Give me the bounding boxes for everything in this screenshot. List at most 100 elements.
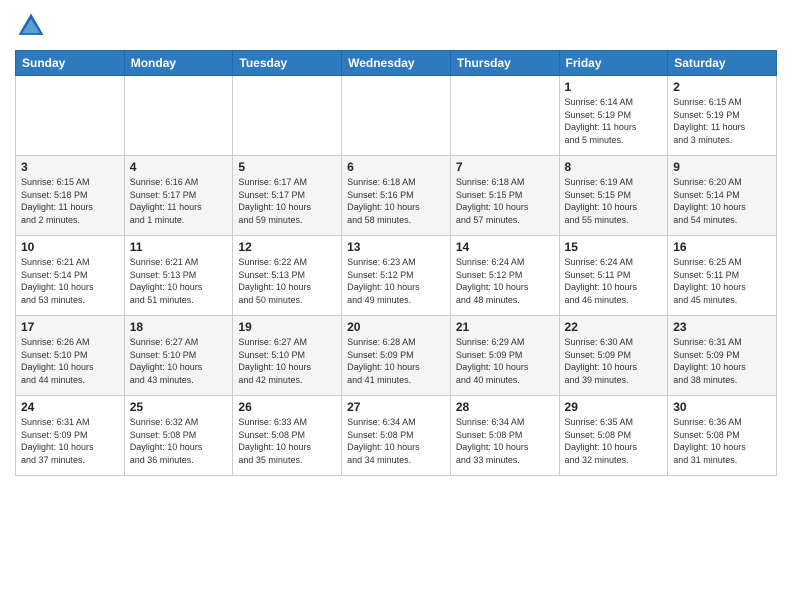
calendar-day-cell	[233, 76, 342, 156]
day-info: Sunrise: 6:23 AM Sunset: 5:12 PM Dayligh…	[347, 256, 445, 306]
day-info: Sunrise: 6:27 AM Sunset: 5:10 PM Dayligh…	[238, 336, 336, 386]
weekday-header-saturday: Saturday	[668, 51, 777, 76]
calendar-week-1: 1Sunrise: 6:14 AM Sunset: 5:19 PM Daylig…	[16, 76, 777, 156]
day-number: 22	[565, 320, 663, 334]
day-number: 9	[673, 160, 771, 174]
day-number: 8	[565, 160, 663, 174]
day-number: 29	[565, 400, 663, 414]
day-info: Sunrise: 6:36 AM Sunset: 5:08 PM Dayligh…	[673, 416, 771, 466]
day-number: 16	[673, 240, 771, 254]
day-info: Sunrise: 6:35 AM Sunset: 5:08 PM Dayligh…	[565, 416, 663, 466]
header	[15, 10, 777, 42]
weekday-header-tuesday: Tuesday	[233, 51, 342, 76]
day-info: Sunrise: 6:25 AM Sunset: 5:11 PM Dayligh…	[673, 256, 771, 306]
day-info: Sunrise: 6:29 AM Sunset: 5:09 PM Dayligh…	[456, 336, 554, 386]
weekday-header-sunday: Sunday	[16, 51, 125, 76]
calendar-week-4: 17 Sunrise: 6:26 AM Sunset: 5:10 PM Dayli…	[16, 316, 777, 396]
weekday-header-wednesday: Wednesday	[342, 51, 451, 76]
day-number: 1	[565, 80, 663, 94]
calendar-day-cell: 20 Sunrise: 6:28 AM Sunset: 5:09 PM Dayli…	[342, 316, 451, 396]
day-number: 6	[347, 160, 445, 174]
day-info: Sunrise: 6:18 AM Sunset: 5:16 PM Dayligh…	[347, 176, 445, 226]
calendar-day-cell: 24 Sunrise: 6:31 AM Sunset: 5:09 PM Dayli…	[16, 396, 125, 476]
day-info: Sunrise: 6:18 AM Sunset: 5:15 PM Dayligh…	[456, 176, 554, 226]
calendar-week-2: 3 Sunrise: 6:15 AM Sunset: 5:18 PM Daylig…	[16, 156, 777, 236]
calendar-day-cell: 23 Sunrise: 6:31 AM Sunset: 5:09 PM Dayli…	[668, 316, 777, 396]
day-info: Sunrise: 6:32 AM Sunset: 5:08 PM Dayligh…	[130, 416, 228, 466]
calendar-body: 1Sunrise: 6:14 AM Sunset: 5:19 PM Daylig…	[16, 76, 777, 476]
calendar-day-cell: 13 Sunrise: 6:23 AM Sunset: 5:12 PM Dayli…	[342, 236, 451, 316]
day-info: Sunrise: 6:31 AM Sunset: 5:09 PM Dayligh…	[21, 416, 119, 466]
day-info: Sunrise: 6:15 AM Sunset: 5:18 PM Dayligh…	[21, 176, 119, 226]
day-info: Sunrise: 6:16 AM Sunset: 5:17 PM Dayligh…	[130, 176, 228, 226]
day-number: 30	[673, 400, 771, 414]
day-info: Sunrise: 6:31 AM Sunset: 5:09 PM Dayligh…	[673, 336, 771, 386]
day-info: Sunrise: 6:24 AM Sunset: 5:11 PM Dayligh…	[565, 256, 663, 306]
day-number: 10	[21, 240, 119, 254]
calendar-day-cell: 16 Sunrise: 6:25 AM Sunset: 5:11 PM Dayli…	[668, 236, 777, 316]
calendar-day-cell: 15 Sunrise: 6:24 AM Sunset: 5:11 PM Dayli…	[559, 236, 668, 316]
calendar-day-cell: 8 Sunrise: 6:19 AM Sunset: 5:15 PM Daylig…	[559, 156, 668, 236]
day-number: 19	[238, 320, 336, 334]
day-number: 2	[673, 80, 771, 94]
day-info: Sunrise: 6:33 AM Sunset: 5:08 PM Dayligh…	[238, 416, 336, 466]
calendar-header: SundayMondayTuesdayWednesdayThursdayFrid…	[16, 51, 777, 76]
calendar-day-cell: 6 Sunrise: 6:18 AM Sunset: 5:16 PM Daylig…	[342, 156, 451, 236]
calendar-day-cell: 30 Sunrise: 6:36 AM Sunset: 5:08 PM Dayli…	[668, 396, 777, 476]
day-number: 26	[238, 400, 336, 414]
calendar-day-cell: 12Sunrise: 6:22 AM Sunset: 5:13 PM Dayli…	[233, 236, 342, 316]
day-info: Sunrise: 6:26 AM Sunset: 5:10 PM Dayligh…	[21, 336, 119, 386]
page: SundayMondayTuesdayWednesdayThursdayFrid…	[0, 0, 792, 612]
calendar-day-cell: 26 Sunrise: 6:33 AM Sunset: 5:08 PM Dayli…	[233, 396, 342, 476]
day-number: 17	[21, 320, 119, 334]
day-number: 23	[673, 320, 771, 334]
calendar-day-cell: 18Sunrise: 6:27 AM Sunset: 5:10 PM Dayli…	[124, 316, 233, 396]
calendar-day-cell: 4 Sunrise: 6:16 AM Sunset: 5:17 PM Daylig…	[124, 156, 233, 236]
day-number: 24	[21, 400, 119, 414]
calendar-week-5: 24 Sunrise: 6:31 AM Sunset: 5:09 PM Dayli…	[16, 396, 777, 476]
calendar-day-cell: 25Sunrise: 6:32 AM Sunset: 5:08 PM Dayli…	[124, 396, 233, 476]
calendar-day-cell: 22 Sunrise: 6:30 AM Sunset: 5:09 PM Dayli…	[559, 316, 668, 396]
calendar-day-cell: 27Sunrise: 6:34 AM Sunset: 5:08 PM Dayli…	[342, 396, 451, 476]
calendar-day-cell: 3 Sunrise: 6:15 AM Sunset: 5:18 PM Daylig…	[16, 156, 125, 236]
weekday-header-friday: Friday	[559, 51, 668, 76]
day-number: 3	[21, 160, 119, 174]
weekday-header-thursday: Thursday	[450, 51, 559, 76]
calendar-day-cell: 1Sunrise: 6:14 AM Sunset: 5:19 PM Daylig…	[559, 76, 668, 156]
day-number: 12	[238, 240, 336, 254]
logo	[15, 10, 51, 42]
day-info: Sunrise: 6:30 AM Sunset: 5:09 PM Dayligh…	[565, 336, 663, 386]
calendar-day-cell: 9 Sunrise: 6:20 AM Sunset: 5:14 PM Daylig…	[668, 156, 777, 236]
day-info: Sunrise: 6:19 AM Sunset: 5:15 PM Dayligh…	[565, 176, 663, 226]
calendar: SundayMondayTuesdayWednesdayThursdayFrid…	[15, 50, 777, 476]
calendar-day-cell: 5Sunrise: 6:17 AM Sunset: 5:17 PM Daylig…	[233, 156, 342, 236]
day-number: 15	[565, 240, 663, 254]
day-info: Sunrise: 6:34 AM Sunset: 5:08 PM Dayligh…	[456, 416, 554, 466]
day-number: 18	[130, 320, 228, 334]
day-number: 11	[130, 240, 228, 254]
calendar-day-cell: 29 Sunrise: 6:35 AM Sunset: 5:08 PM Dayli…	[559, 396, 668, 476]
calendar-day-cell: 17 Sunrise: 6:26 AM Sunset: 5:10 PM Dayli…	[16, 316, 125, 396]
calendar-day-cell	[450, 76, 559, 156]
day-info: Sunrise: 6:20 AM Sunset: 5:14 PM Dayligh…	[673, 176, 771, 226]
calendar-week-3: 10 Sunrise: 6:21 AM Sunset: 5:14 PM Dayli…	[16, 236, 777, 316]
day-info: Sunrise: 6:15 AM Sunset: 5:19 PM Dayligh…	[673, 96, 771, 146]
calendar-day-cell	[16, 76, 125, 156]
calendar-day-cell: 28 Sunrise: 6:34 AM Sunset: 5:08 PM Dayli…	[450, 396, 559, 476]
day-number: 14	[456, 240, 554, 254]
calendar-day-cell: 2 Sunrise: 6:15 AM Sunset: 5:19 PM Daylig…	[668, 76, 777, 156]
day-number: 27	[347, 400, 445, 414]
day-number: 13	[347, 240, 445, 254]
day-number: 28	[456, 400, 554, 414]
logo-icon	[15, 10, 47, 42]
day-number: 20	[347, 320, 445, 334]
day-info: Sunrise: 6:17 AM Sunset: 5:17 PM Dayligh…	[238, 176, 336, 226]
calendar-day-cell: 7 Sunrise: 6:18 AM Sunset: 5:15 PM Daylig…	[450, 156, 559, 236]
day-info: Sunrise: 6:21 AM Sunset: 5:13 PM Dayligh…	[130, 256, 228, 306]
day-number: 4	[130, 160, 228, 174]
calendar-day-cell: 11 Sunrise: 6:21 AM Sunset: 5:13 PM Dayli…	[124, 236, 233, 316]
day-number: 7	[456, 160, 554, 174]
day-info: Sunrise: 6:28 AM Sunset: 5:09 PM Dayligh…	[347, 336, 445, 386]
calendar-day-cell: 21Sunrise: 6:29 AM Sunset: 5:09 PM Dayli…	[450, 316, 559, 396]
day-info: Sunrise: 6:21 AM Sunset: 5:14 PM Dayligh…	[21, 256, 119, 306]
